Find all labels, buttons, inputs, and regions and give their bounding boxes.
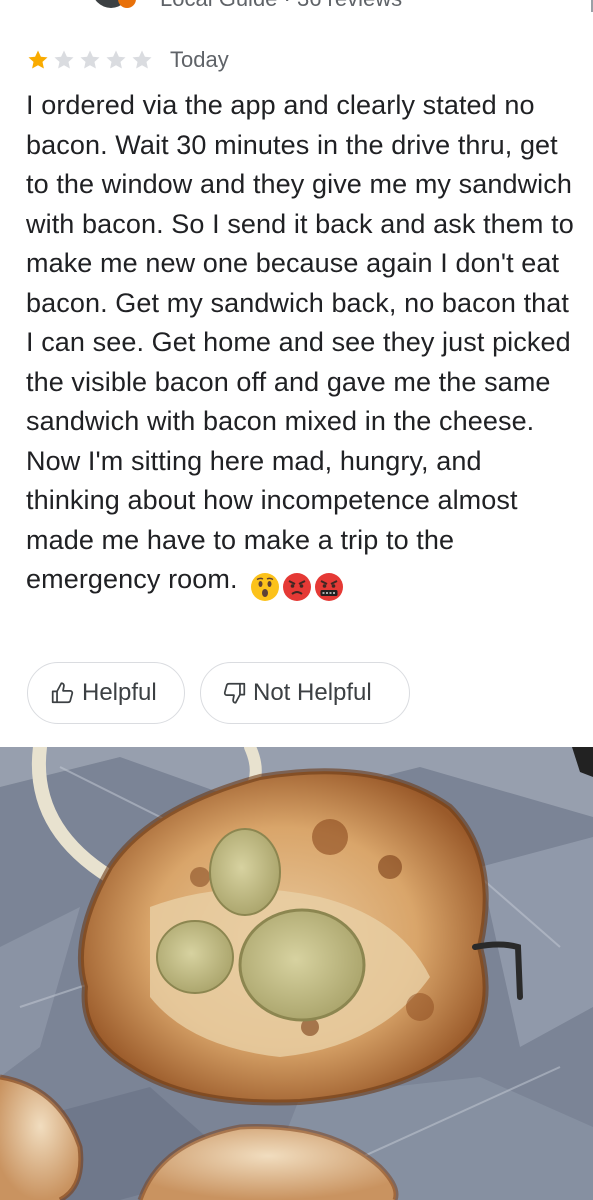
star-filled-icon	[26, 48, 50, 72]
thumbs-up-icon	[50, 680, 76, 706]
emoji-group	[250, 566, 346, 601]
helpful-label: Helpful	[82, 679, 157, 706]
review-body: I ordered via the app and clearly stated…	[26, 86, 574, 601]
not-helpful-button[interactable]: Not Helpful	[200, 662, 410, 724]
angry-red-face-emoji-icon	[282, 572, 312, 602]
star-empty-icon	[78, 48, 102, 72]
helpful-button[interactable]: Helpful	[27, 662, 185, 724]
thumbs-down-icon	[221, 680, 247, 706]
review-text: I ordered via the app and clearly stated…	[26, 90, 574, 594]
star-empty-icon	[104, 48, 128, 72]
rating-row: Today	[26, 46, 229, 74]
sandwich-photo-image	[0, 747, 593, 1200]
astonished-face-emoji-icon	[250, 572, 280, 602]
star-empty-icon	[130, 48, 154, 72]
local-guide-badge-icon	[118, 0, 136, 8]
review-screen: Local Guide · 36 reviews Today I ordered…	[0, 0, 593, 1200]
reviewer-header[interactable]: Local Guide · 36 reviews	[0, 0, 593, 12]
star-empty-icon	[52, 48, 76, 72]
face-with-symbols-on-mouth-emoji-icon	[314, 572, 344, 602]
not-helpful-label: Not Helpful	[253, 679, 372, 706]
reviewer-subtitle: Local Guide · 36 reviews	[160, 0, 402, 12]
review-date: Today	[170, 47, 229, 72]
review-photo[interactable]	[0, 747, 593, 1200]
